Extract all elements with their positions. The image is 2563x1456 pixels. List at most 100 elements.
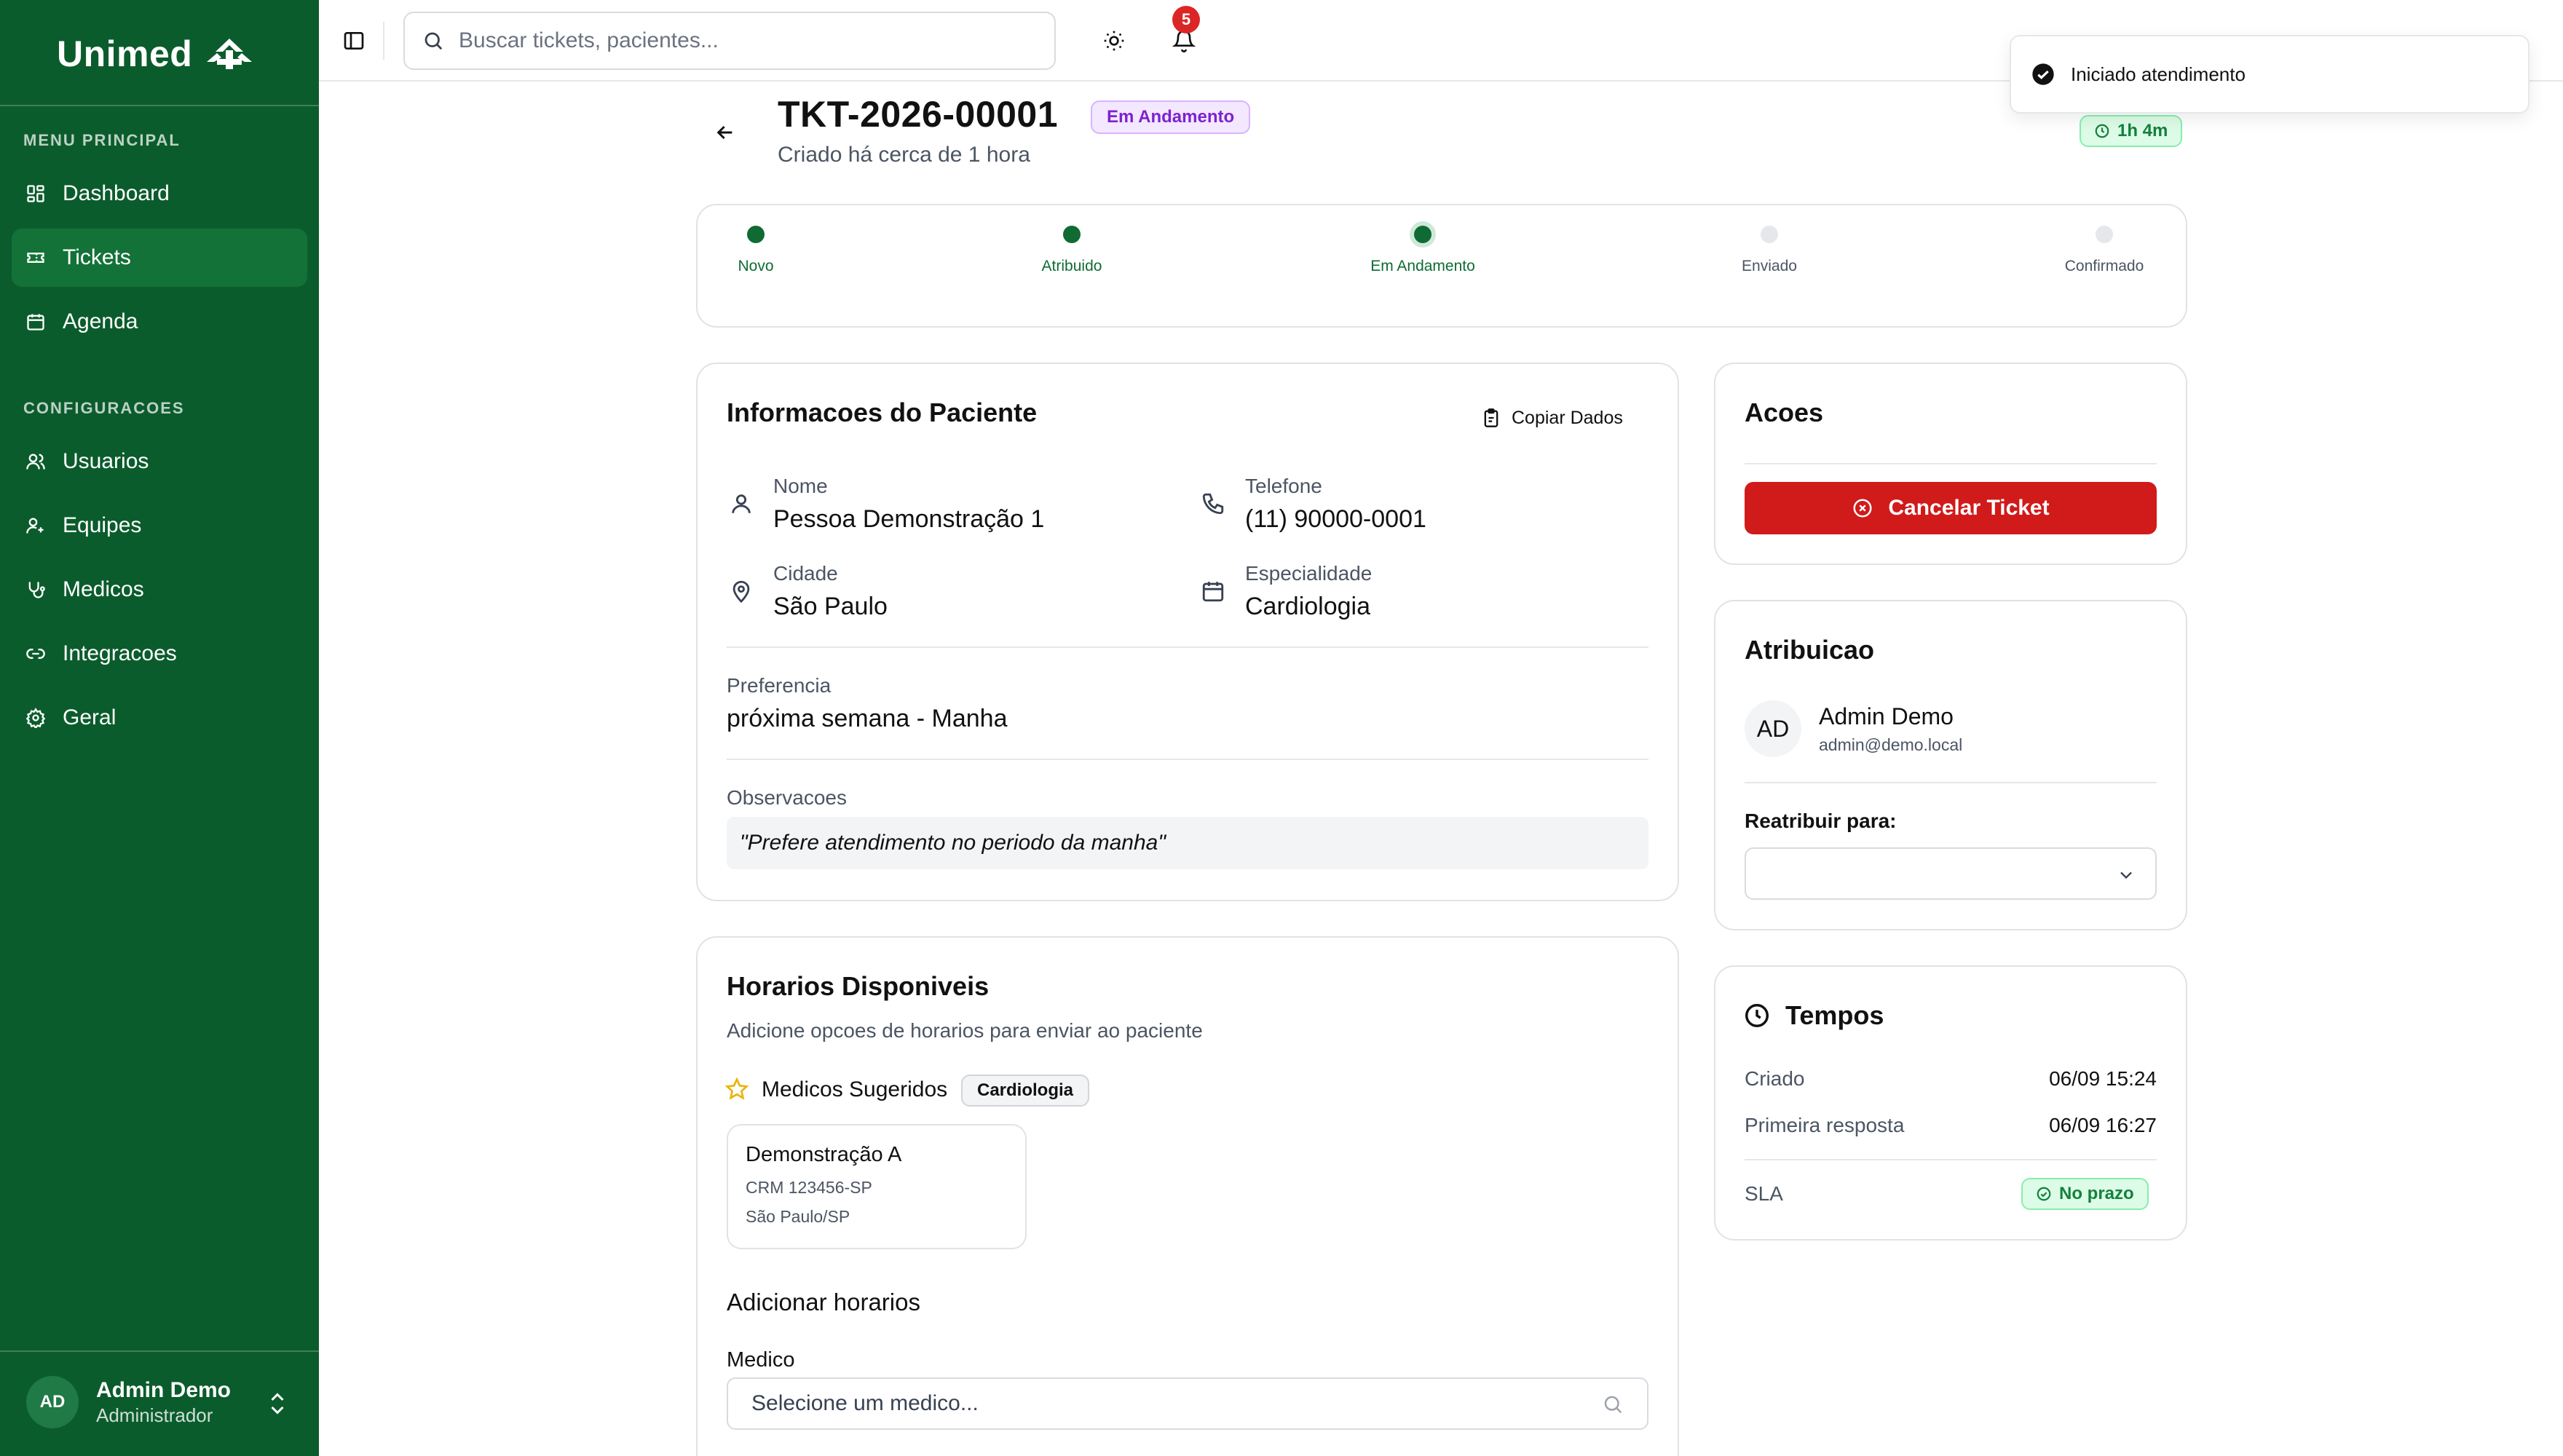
sidebar-item-tickets[interactable]: Tickets	[12, 229, 307, 287]
sidebar-item-label: Equipes	[63, 513, 142, 537]
divider	[727, 759, 1648, 760]
x-circle-icon	[1853, 499, 1872, 518]
times-card-title: Tempos	[1785, 1000, 1884, 1030]
user-role: Administrador	[96, 1404, 213, 1426]
divider	[727, 646, 1648, 648]
search-box[interactable]	[403, 12, 1056, 70]
cancel-ticket-label: Cancelar Ticket	[1888, 496, 2050, 520]
ticket-created-subtitle: Criado há cerca de 1 hora	[778, 143, 1030, 167]
doctor-select-input[interactable]	[727, 1377, 1648, 1430]
dashboard-icon	[25, 183, 47, 205]
patient-notes: "Prefere atendimento no periodo da manha…	[727, 817, 1648, 869]
users-icon	[25, 451, 47, 472]
unimed-logo-icon	[207, 39, 253, 69]
name-label: Nome	[773, 475, 828, 497]
suggested-doctor-card[interactable]: Demonstração A CRM 123456-SP São Paulo/S…	[727, 1124, 1027, 1249]
sidebar-item-dashboard[interactable]: Dashboard	[12, 165, 307, 223]
calendar-icon	[1198, 577, 1228, 606]
reassign-select[interactable]	[1745, 847, 2157, 900]
sidebar-item-label: Dashboard	[63, 181, 170, 205]
progress-step-novo: Novo	[668, 226, 843, 275]
sidebar-section-main: MENU PRINCIPAL	[23, 131, 181, 149]
sidebar-toggle-icon[interactable]	[336, 23, 371, 58]
sidebar-item-integracoes[interactable]: Integracoes	[12, 625, 307, 683]
chevron-up-down-icon[interactable]	[266, 1390, 288, 1417]
elapsed-time: 1h 4m	[2117, 121, 2168, 141]
step-label: Atribuido	[1041, 258, 1102, 274]
cancel-ticket-button[interactable]: Cancelar Ticket	[1745, 482, 2157, 534]
sidebar-item-usuarios[interactable]: Usuarios	[12, 432, 307, 491]
divider	[1745, 1159, 2157, 1160]
schedule-subtitle: Adicione opcoes de horarios para enviar …	[727, 1019, 1203, 1042]
notification-badge: 5	[1172, 6, 1200, 33]
progress-step-atribuido: Atribuido	[984, 226, 1159, 275]
sidebar-divider	[0, 105, 319, 106]
ticket-icon	[25, 247, 47, 269]
back-button[interactable]	[708, 115, 743, 150]
toast-notification: Iniciado atendimento	[2010, 35, 2530, 114]
sidebar-item-label: Agenda	[63, 309, 138, 333]
elapsed-time-badge: 1h 4m	[2080, 115, 2183, 147]
patient-city: São Paulo	[773, 593, 888, 620]
patient-specialty: Cardiologia	[1245, 593, 1370, 620]
search-input[interactable]	[459, 28, 1027, 53]
assignment-card-title: Atribuicao	[1745, 635, 1875, 665]
specialty-badge: Cardiologia	[961, 1075, 1090, 1107]
sla-label: SLA	[1745, 1182, 1783, 1205]
sidebar-item-label: Usuarios	[63, 449, 149, 473]
phone-icon	[1198, 489, 1228, 518]
notes-label: Observacoes	[727, 786, 847, 809]
avatar: AD	[1745, 700, 1801, 757]
avatar: AD	[26, 1376, 79, 1428]
sidebar-item-agenda[interactable]: Agenda	[12, 293, 307, 351]
step-dot	[1761, 226, 1778, 243]
patient-phone: (11) 90000-0001	[1245, 505, 1426, 533]
page-title: TKT-2026-00001	[778, 94, 1059, 135]
sidebar-section-config: CONFIGURACOES	[23, 399, 185, 417]
first-response-value: 06/09 16:27	[2049, 1114, 2157, 1136]
topbar-separator	[383, 22, 384, 60]
clipboard-icon	[1484, 408, 1498, 427]
sidebar-item-medicos[interactable]: Medicos	[12, 561, 307, 619]
reassign-label: Reatribuir para:	[1745, 810, 1897, 832]
actions-card-title: Acoes	[1745, 397, 1824, 427]
step-label: Enviado	[1742, 258, 1797, 274]
doctor-search-input[interactable]	[751, 1391, 1581, 1416]
patient-card-title: Informacoes do Paciente	[727, 397, 1038, 427]
brand[interactable]: Unimed	[57, 32, 253, 76]
map-pin-icon	[727, 577, 756, 606]
calendar-icon	[25, 311, 47, 333]
theme-toggle-icon[interactable]	[1097, 23, 1132, 58]
specialty-label: Especialidade	[1245, 562, 1373, 585]
sidebar-item-label: Medicos	[63, 577, 144, 601]
schedule-card-title: Horarios Disponiveis	[727, 971, 990, 1001]
team-icon	[25, 515, 47, 537]
toast-message: Iniciado atendimento	[2071, 63, 2246, 85]
sidebar-item-label: Geral	[63, 705, 116, 729]
gear-icon	[25, 707, 47, 729]
brand-name: Unimed	[57, 33, 193, 74]
step-dot	[1414, 226, 1431, 243]
copy-data-button[interactable]: Copiar Dados	[1481, 403, 1623, 432]
divider	[1745, 463, 2157, 464]
chevron-down-icon	[2120, 871, 2132, 879]
first-response-label: Primeira resposta	[1745, 1114, 1905, 1136]
copy-data-label: Copiar Dados	[1512, 407, 1623, 428]
sidebar-footer-divider	[0, 1350, 319, 1352]
preference-label: Preferencia	[727, 674, 832, 697]
status-badge: Em Andamento	[1091, 100, 1251, 134]
progress-step-enviado: Enviado	[1682, 226, 1857, 275]
sla-status: No prazo	[2059, 1184, 2134, 1203]
arrow-left-icon	[716, 125, 732, 140]
user-name: Admin Demo	[96, 1377, 232, 1402]
doctor-field-label: Medico	[727, 1348, 795, 1372]
city-label: Cidade	[773, 562, 838, 585]
link-icon	[25, 643, 47, 665]
sidebar-item-geral[interactable]: Geral	[12, 689, 307, 747]
sidebar-user[interactable]: AD Admin Demo Administrador	[26, 1376, 231, 1428]
step-label: Em Andamento	[1370, 258, 1475, 274]
phone-label: Telefone	[1245, 475, 1322, 497]
user-icon	[727, 489, 756, 518]
sidebar-item-equipes[interactable]: Equipes	[12, 496, 307, 555]
step-dot	[747, 226, 765, 243]
